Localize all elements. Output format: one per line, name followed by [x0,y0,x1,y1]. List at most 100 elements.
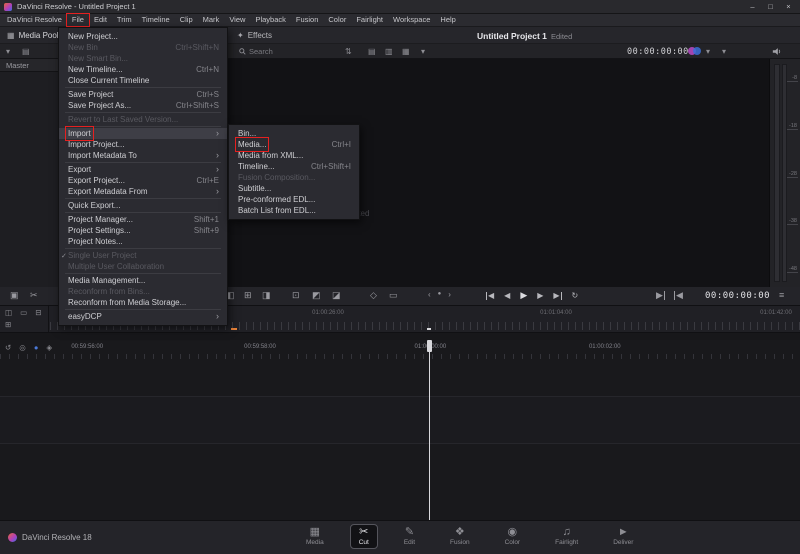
import-menu-item-bin[interactable]: Bin... [229,128,359,139]
step-back-button[interactable]: ◀ [504,292,510,300]
menu-playback[interactable]: Playback [250,14,290,26]
file-menu-item-close-current-timeline[interactable]: Close Current Timeline [59,75,227,86]
file-menu-item-project-manager[interactable]: Project Manager...Shift+1 [59,214,227,225]
camera-prev-icon[interactable]: ‹ [428,290,431,299]
file-menu-item-single-user-project[interactable]: ✓Single User Project [59,250,227,261]
menu-help[interactable]: Help [435,14,460,26]
search-input[interactable] [249,47,327,56]
import-menu-item-media-from-xml[interactable]: Media from XML... [229,150,359,161]
timeline-panel[interactable]: ↺ ◎ ● ◈ 00:59:56:00 00:59:58:00 01:00:00… [0,340,800,520]
play-button[interactable]: ▶ [520,291,527,300]
view-options-dropdown-icon[interactable]: ▾ [421,47,425,56]
viewer-mode-dropdown-icon[interactable]: ▾ [706,47,710,56]
file-menu-item-revert[interactable]: Revert to Last Saved Version... [59,114,227,125]
file-menu-item-new-project[interactable]: New Project... [59,31,227,42]
step-forward-button[interactable]: ▶ [537,292,543,300]
file-menu-item-reconform-from-bins[interactable]: Reconform from Bins... [59,286,227,297]
file-menu-item-new-smart-bin[interactable]: New Smart Bin... [59,53,227,64]
audio-monitor-icon[interactable]: ● [34,343,39,352]
maximize-button[interactable]: □ [763,1,778,12]
import-menu-item-fusion-composition[interactable]: Fusion Composition... [229,172,359,183]
transport-timecode[interactable]: 00:00:00:00 [705,291,770,301]
viewer-zoom-dropdown-icon[interactable]: ▾ [722,47,726,56]
file-menu-item-reconform-from-media-storage[interactable]: Reconform from Media Storage... [59,297,227,308]
camera-next-icon[interactable]: › [448,290,451,299]
menu-davinci-resolve[interactable]: DaVinci Resolve [2,14,67,26]
thumbnail-view-icon[interactable]: ▤ [368,47,376,56]
upper-playhead-marker[interactable] [427,328,431,330]
close-button[interactable]: × [781,1,796,12]
menu-timeline[interactable]: Timeline [137,14,175,26]
file-menu-item-import-project[interactable]: Import Project... [59,139,227,150]
viewer-timecode[interactable]: 00:00:00:00 [627,47,689,57]
file-menu-item-easydcp[interactable]: easyDCP› [59,311,227,322]
menu-view[interactable]: View [224,14,250,26]
menu-fairlight[interactable]: Fairlight [351,14,388,26]
tab-fairlight[interactable]: ♫ Fairlight [546,524,587,549]
grid-view-icon[interactable]: ▦ [402,47,410,56]
link-clips-icon[interactable]: ◎ [19,343,26,352]
tab-edit[interactable]: ✎ Edit [395,524,424,549]
import-menu-item-timeline[interactable]: Timeline...Ctrl+Shift+I [229,161,359,172]
sort-icon[interactable]: ⇅ [345,47,352,56]
menu-color[interactable]: Color [323,14,351,26]
transition-icon[interactable]: ◇ [370,291,377,300]
undo-icon[interactable]: ↺ [5,343,11,352]
timeline-options-icon[interactable]: ≡ [779,291,784,300]
titles-icon[interactable]: ▭ [389,291,398,300]
append-icon[interactable]: ⊞ [244,291,252,300]
tab-cut[interactable]: ✂ Cut [350,524,378,549]
file-menu-item-import-metadata-to[interactable]: Import Metadata To› [59,150,227,161]
file-menu-item-media-management[interactable]: Media Management... [59,275,227,286]
file-menu-item-export-metadata-from[interactable]: Export Metadata From› [59,186,227,197]
clip-end-icon[interactable]: ▶ [656,291,665,300]
file-menu-item-save-project-as[interactable]: Save Project As...Ctrl+Shift+S [59,100,227,111]
file-menu-item-import[interactable]: Import› [59,128,227,139]
import-menu-item-preconformed-edl[interactable]: Pre-conformed EDL... [229,194,359,205]
ripple-overwrite-icon[interactable]: ◨ [262,291,271,300]
file-menu-item-export-project[interactable]: Export Project...Ctrl+E [59,175,227,186]
go-to-start-button[interactable]: ◀ [486,292,494,300]
menu-fusion[interactable]: Fusion [291,14,324,26]
tab-media[interactable]: ▦ Media [297,524,333,549]
bin-dropdown-icon[interactable]: ▾ [6,47,10,56]
bin-list-view-icon[interactable]: ▤ [22,47,30,56]
menu-file[interactable]: File [67,14,89,26]
file-menu-item-project-notes[interactable]: Project Notes... [59,236,227,247]
grid-box-icon[interactable]: ▣ [10,291,19,300]
camera-stop-icon[interactable]: ● [438,291,442,299]
file-menu-item-save-project[interactable]: Save ProjectCtrl+S [59,89,227,100]
source-overwrite-icon[interactable]: ◪ [332,291,341,300]
place-on-top-icon[interactable]: ◩ [312,291,321,300]
go-to-end-button[interactable]: ▶ [553,292,561,300]
timeline-tool-icon[interactable]: ⊞ [5,320,11,329]
timeline-tool-icon[interactable]: ▭ [20,308,27,317]
menu-mark[interactable]: Mark [198,14,225,26]
scopes-icon[interactable] [688,47,702,56]
tab-color[interactable]: ◉ Color [496,524,530,549]
file-menu-item-new-timeline[interactable]: New Timeline...Ctrl+N [59,64,227,75]
scissors-icon[interactable]: ✂ [30,291,38,300]
effects-button[interactable]: ✦ Effects [237,31,272,40]
file-menu-item-multiple-user-collaboration[interactable]: Multiple User Collaboration [59,261,227,272]
clip-start-icon[interactable]: ◀ [674,291,683,300]
timeline-tool-icon[interactable]: ⊟ [35,308,41,317]
filmstrip-view-icon[interactable]: ▥ [385,47,393,56]
tab-deliver[interactable]: ► Deliver [604,524,642,549]
file-menu-item-quick-export[interactable]: Quick Export... [59,200,227,211]
import-menu-item-batch-list-from-edl[interactable]: Batch List from EDL... [229,205,359,216]
timeline-tool-icon[interactable]: ◫ [5,308,12,317]
marker-icon[interactable]: ◈ [46,343,52,352]
file-menu-item-project-settings[interactable]: Project Settings...Shift+9 [59,225,227,236]
playhead-line[interactable] [429,340,430,520]
menu-trim[interactable]: Trim [112,14,137,26]
loop-button[interactable]: ↻ [572,292,579,300]
menu-clip[interactable]: Clip [175,14,198,26]
import-menu-item-media[interactable]: Media...Ctrl+I [229,139,359,150]
media-pool-button[interactable]: ▦ Media Pool [7,31,59,40]
minimize-button[interactable]: – [745,1,760,12]
file-menu-item-new-bin[interactable]: New BinCtrl+Shift+N [59,42,227,53]
menu-workspace[interactable]: Workspace [388,14,435,26]
close-up-icon[interactable]: ⊡ [292,291,300,300]
menu-edit[interactable]: Edit [89,14,112,26]
